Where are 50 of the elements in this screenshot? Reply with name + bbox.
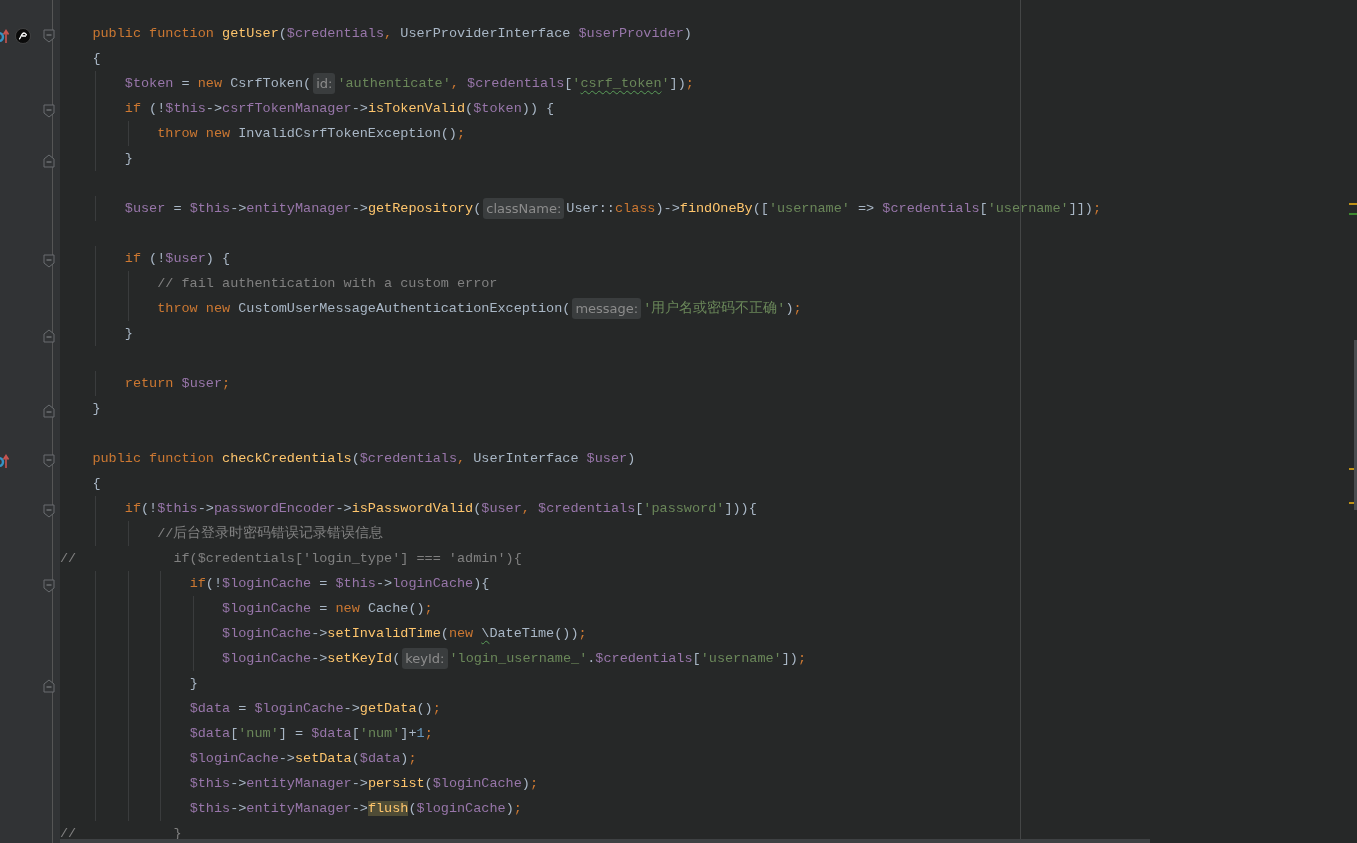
code-text: 'login_username_'.$credentials['username']); xyxy=(449,650,806,668)
parameter-hint: className: xyxy=(483,198,565,219)
fold-icon[interactable] xyxy=(43,253,55,268)
code-text: '用户名或密码不正确'); xyxy=(643,299,802,318)
code-text: throw new CustomUserMessageAuthenticationException( xyxy=(157,300,571,318)
fold-icon[interactable] xyxy=(43,103,55,118)
code-text: // fail authentication with a custom error xyxy=(157,275,498,293)
code-text: $loginCache->setKeyId( xyxy=(222,650,401,668)
code-text: $loginCache->setData($data); xyxy=(189,750,417,768)
code-text: if (!$user) { xyxy=(124,250,231,268)
circle-arrow-icon[interactable] xyxy=(0,452,11,469)
code-text: } xyxy=(124,325,133,343)
code-text: $token = new CsrfToken( xyxy=(124,75,312,93)
fold-icon[interactable] xyxy=(43,678,55,693)
code-text: $this->entityManager->persist($loginCache); xyxy=(189,775,539,793)
code-text: if (!$this->csrfTokenManager->isTokenValid($token)) { xyxy=(124,100,555,118)
code-text: $data = $loginCache->getData(); xyxy=(189,700,441,718)
code-text: $loginCache->setInvalidTime(new \DateTime()); xyxy=(222,625,587,643)
fold-icon[interactable] xyxy=(43,453,55,468)
code-text: return $user; xyxy=(124,375,231,393)
fold-icon[interactable] xyxy=(43,28,55,43)
code-text: throw new InvalidCsrfTokenException(); xyxy=(157,125,466,143)
code-text: 'authenticate', $credentials['csrf_token']); xyxy=(337,75,694,93)
code-text: //后台登录时密码错误记录错误信息 xyxy=(157,524,384,543)
code-text: $user = $this->entityManager->getRepository( xyxy=(124,200,482,218)
code-text: } xyxy=(189,675,198,693)
code-text: User::class)->findOneBy(['username' => $credentials['username']]); xyxy=(566,200,1102,218)
code-text: if(!$loginCache = $this->loginCache){ xyxy=(189,575,490,593)
code-text: } xyxy=(92,400,101,418)
fold-icon[interactable] xyxy=(43,578,55,593)
code-text: { xyxy=(92,475,101,493)
code-text: // if($credentials['login_type'] === 'admin'){ xyxy=(60,550,522,568)
code-text: if(!$this->passwordEncoder->isPasswordValid($user, $credentials['password'])){ xyxy=(124,500,757,518)
code-text: public function checkCredentials($credentials, UserInterface $user) xyxy=(92,450,636,468)
parameter-hint: keyId: xyxy=(402,648,448,669)
parameter-hint: message: xyxy=(572,298,642,319)
fold-icon[interactable] xyxy=(43,403,55,418)
fold-icon[interactable] xyxy=(43,503,55,518)
fold-icon[interactable] xyxy=(43,153,55,168)
fold-icon[interactable] xyxy=(43,328,55,343)
code-text: public function getUser($credentials, UserProviderInterface $userProvider) xyxy=(92,25,692,43)
logo-icon[interactable] xyxy=(15,27,31,44)
code-text: $this->entityManager->flush($loginCache); xyxy=(189,800,522,818)
code-text: } xyxy=(124,150,133,168)
code-text: { xyxy=(92,50,101,68)
code-text: $data['num'] = $data['num']+1; xyxy=(189,725,433,743)
scrollbar-thumb[interactable] xyxy=(1354,340,1357,510)
circle-arrow-icon[interactable] xyxy=(0,27,11,44)
parameter-hint: id: xyxy=(313,73,336,94)
code-text: $loginCache = new Cache(); xyxy=(222,600,433,618)
